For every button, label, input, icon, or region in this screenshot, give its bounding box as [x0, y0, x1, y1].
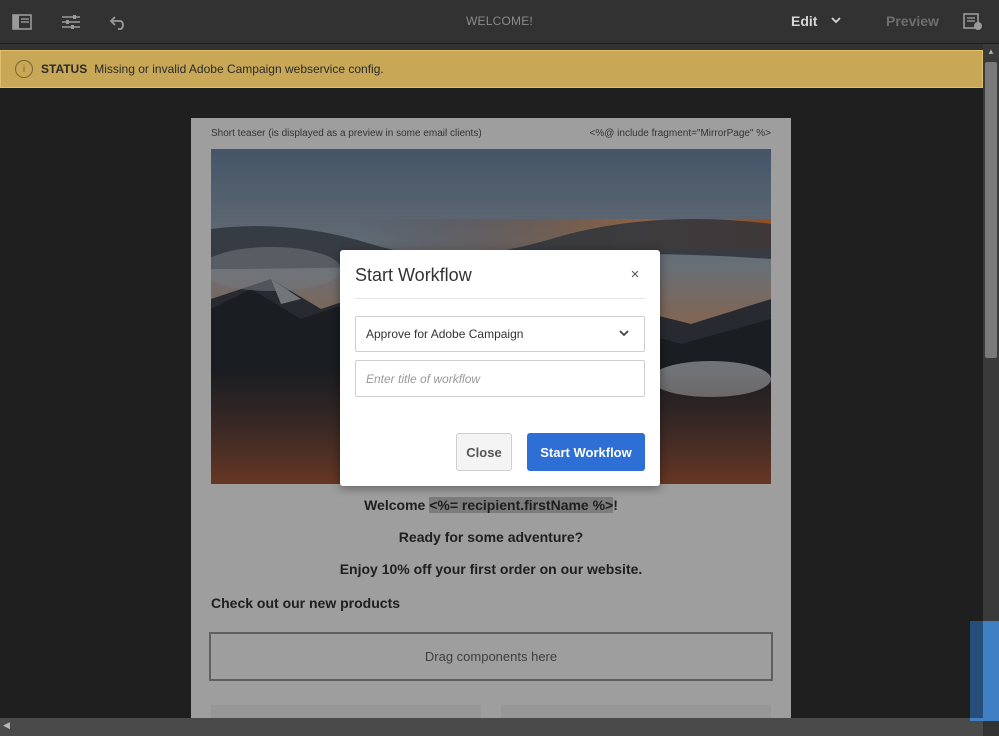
- status-message: Missing or invalid Adobe Campaign webser…: [94, 62, 384, 76]
- start-workflow-button[interactable]: Start Workflow: [527, 433, 645, 471]
- close-button[interactable]: Close: [456, 433, 512, 471]
- chevron-down-icon: [618, 327, 630, 342]
- page-title: WELCOME!: [466, 14, 533, 28]
- preview-button[interactable]: Preview: [886, 13, 939, 29]
- scroll-left-arrow-icon[interactable]: ◀: [3, 720, 10, 731]
- workflow-model-value: Approve for Adobe Campaign: [366, 327, 524, 341]
- workflow-title-input[interactable]: [355, 360, 645, 397]
- status-label: STATUS: [41, 62, 88, 76]
- dialog-divider: [355, 298, 645, 299]
- top-toolbar: WELCOME! Edit Preview: [0, 0, 999, 44]
- mode-selector[interactable]: Edit: [791, 13, 817, 29]
- dialog-title: Start Workflow: [355, 265, 472, 285]
- status-info-icon: i: [15, 60, 33, 78]
- scroll-up-arrow-icon[interactable]: ▲: [985, 47, 997, 59]
- start-workflow-dialog: Start Workflow × Approve for Adobe Campa…: [340, 250, 660, 486]
- status-bar: i STATUS Missing or invalid Adobe Campai…: [0, 50, 983, 88]
- horizontal-scrollbar[interactable]: [0, 718, 983, 736]
- close-icon[interactable]: ×: [626, 266, 644, 284]
- vertical-scroll-thumb[interactable]: [985, 62, 997, 358]
- workflow-model-select[interactable]: Approve for Adobe Campaign: [355, 316, 645, 352]
- page-info-icon[interactable]: [961, 10, 985, 34]
- chevron-down-icon[interactable]: [830, 13, 842, 31]
